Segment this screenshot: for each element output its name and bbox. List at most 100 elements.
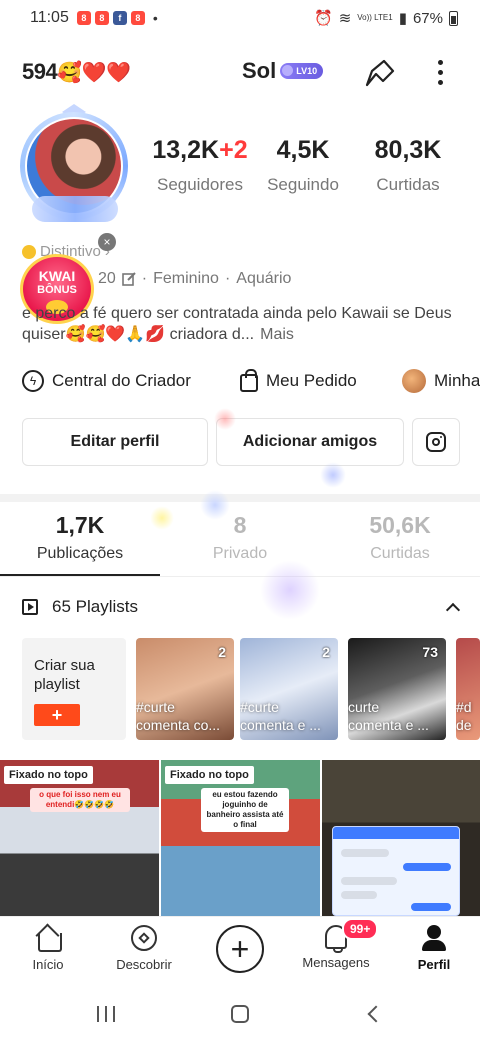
shopping-bag-icon	[240, 368, 258, 392]
nav-discover[interactable]: Descobrir	[96, 925, 192, 972]
signal-icon: ▮	[398, 10, 407, 27]
nav-profile[interactable]: Perfil	[386, 925, 480, 972]
level-badge[interactable]: LV10	[280, 63, 324, 79]
playlist-title: #d de	[456, 699, 472, 733]
nav-discover-label: Descobrir	[116, 957, 172, 972]
back-button[interactable]	[356, 1002, 396, 1026]
more-dot-icon	[437, 59, 443, 65]
nav-messages-label: Mensagens	[302, 955, 370, 970]
followers-label: Seguidores	[156, 175, 243, 194]
video-caption: eu estou fazendo joguinho de banheiro as…	[201, 788, 289, 832]
status-bar: 11:05 8 8 f 8 • ⏰ ≋ Vo)) LTE1 ▮ 67%	[0, 0, 480, 36]
tabs-border	[0, 576, 480, 577]
nav-home-label: Início	[32, 957, 64, 972]
creator-center-link[interactable]: ϟ Central do Criador	[22, 370, 191, 392]
share-button[interactable]	[362, 55, 398, 89]
following-count: 4,5K	[276, 136, 330, 164]
handle-text: 594	[22, 59, 58, 84]
playlist-card[interactable]: 2 #curte comenta co...	[136, 638, 234, 740]
profile-actions: Editar perfil Adicionar amigos	[0, 418, 480, 466]
notification-app-icon: 8	[76, 11, 91, 25]
tab-publications[interactable]: 1,7K Publicações	[0, 512, 160, 563]
create-playlist-plus-button[interactable]: +	[34, 704, 80, 726]
close-icon[interactable]: ×	[98, 233, 116, 251]
recent-apps-button[interactable]	[86, 1002, 126, 1026]
tab-private-count: 8	[233, 512, 247, 538]
chevron-up-icon[interactable]	[445, 602, 461, 618]
video-thumbnail[interactable]: Fixado no topo o que foi isso nem eu ent…	[0, 760, 159, 916]
chat-bubble	[403, 863, 451, 871]
playlists-header[interactable]: 65 Playlists	[22, 594, 462, 620]
following-stat[interactable]: 4,5K Seguindo	[258, 136, 348, 195]
system-nav-bar	[0, 988, 480, 1042]
video-thumbnail[interactable]: Fixado no topo eu estou fazendo joguinho…	[161, 760, 320, 916]
followers-stat[interactable]: 13,2K+2 Seguidores	[150, 136, 250, 195]
edit-profile-button[interactable]: Editar perfil	[22, 418, 208, 466]
tab-likes-count: 50,6K	[369, 512, 431, 538]
tab-likes-label: Curtidas	[370, 545, 430, 562]
edit-icon[interactable]	[121, 272, 136, 286]
create-playlist-label: Criar sua playlist	[34, 657, 95, 693]
lightning-icon: ϟ	[22, 370, 44, 392]
facebook-icon: f	[112, 11, 127, 25]
chat-header-bar	[333, 827, 459, 839]
user-icon	[422, 925, 446, 951]
battery-icon	[449, 10, 458, 26]
profile-gender: Feminino	[153, 270, 219, 287]
playlist-title: #curte comenta e ...	[240, 699, 321, 733]
avatar-frame-ribbon	[32, 196, 118, 222]
mine-link[interactable]: Minha	[402, 369, 480, 393]
my-order-link[interactable]: Meu Pedido	[240, 368, 357, 392]
section-divider	[0, 494, 480, 502]
profile-tabs: 1,7K Publicações 8 Privado 50,6K Curtida…	[0, 512, 480, 576]
wifi-icon: ≋	[338, 10, 352, 27]
pinned-badge: Fixado no topo	[165, 766, 254, 784]
profile-zodiac: Aquário	[236, 270, 292, 287]
profile-bio[interactable]: e perco a fé quero ser contratada ainda …	[22, 303, 462, 345]
video-caption: o que foi isso nem eu entendi🤣🤣🤣🤣	[30, 788, 130, 812]
playlist-card[interactable]: 73 curte comenta e ...	[348, 638, 446, 740]
compass-icon	[131, 925, 157, 951]
creator-shortcuts: ϟ Central do Criador Meu Pedido Minha	[0, 366, 480, 396]
messages-badge: 99+	[342, 918, 379, 940]
tab-private-label: Privado	[212, 545, 268, 562]
following-label: Seguindo	[267, 175, 339, 194]
home-icon	[35, 925, 62, 952]
likes-stat[interactable]: 80,3K Curtidas	[360, 136, 456, 195]
distintivo-coin-icon	[22, 244, 36, 259]
instagram-button[interactable]	[412, 418, 460, 466]
add-friends-button[interactable]: Adicionar amigos	[216, 418, 404, 466]
create-post-button[interactable]: +	[216, 925, 264, 973]
home-button[interactable]	[220, 1002, 260, 1026]
playlists-count-label: 65 Playlists	[52, 597, 138, 616]
tab-publications-count: 1,7K	[55, 512, 105, 538]
playlist-card[interactable]: #d de	[456, 638, 480, 740]
nav-profile-label: Perfil	[417, 957, 451, 972]
more-dot-icon	[437, 69, 443, 75]
playlist-card[interactable]: 2 #curte comenta e ...	[240, 638, 338, 740]
tab-private[interactable]: 8 Privado	[160, 512, 320, 563]
playlist-count: 2	[322, 644, 330, 660]
profile-avatar[interactable]	[14, 104, 136, 226]
back-chevron-icon	[367, 1005, 385, 1023]
video-thumbnail[interactable]	[322, 760, 480, 916]
playlist-title: #curte comenta co...	[136, 699, 221, 733]
creator-center-label: Central do Criador	[52, 371, 191, 390]
kwai-bonus-subtitle: BÔNUS	[37, 284, 77, 296]
profile-meta: 20 · Feminino · Aquário	[98, 270, 291, 288]
chat-screenshot	[332, 826, 460, 916]
my-order-label: Meu Pedido	[266, 371, 357, 390]
pinned-badge: Fixado no topo	[4, 766, 93, 784]
playlist-title: curte comenta e ...	[348, 699, 429, 733]
create-playlist-card[interactable]: Criar sua playlist +	[22, 638, 126, 740]
chat-bubble	[411, 903, 451, 911]
chat-bubble	[341, 891, 377, 899]
tab-likes[interactable]: 50,6K Curtidas	[320, 512, 480, 563]
kwai-bonus-title: KWAI	[38, 268, 76, 284]
home-square-icon	[231, 1005, 249, 1023]
nav-home[interactable]: Início	[0, 925, 96, 972]
more-options-button[interactable]	[426, 55, 454, 89]
notification-app-icon: 8	[94, 11, 109, 25]
playlist-count: 73	[422, 644, 438, 660]
bio-more-link[interactable]: Mais	[260, 326, 294, 343]
